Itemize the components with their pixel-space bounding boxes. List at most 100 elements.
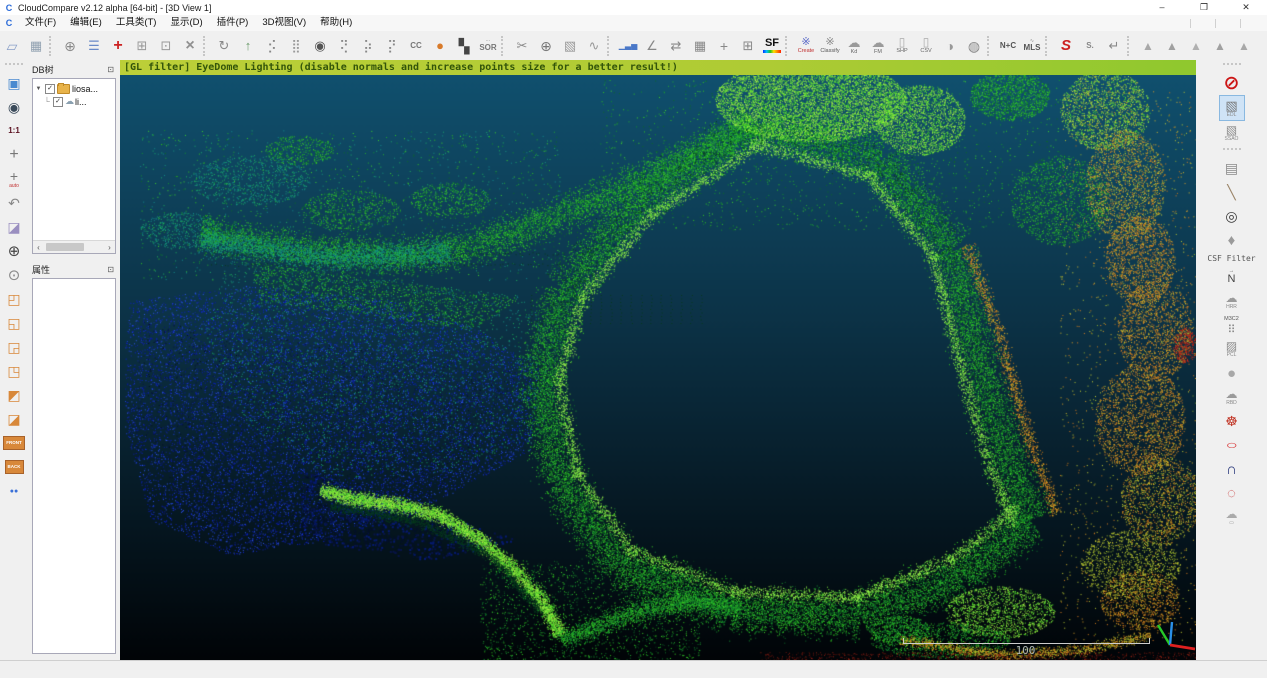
cc-stats-icon[interactable]: CC xyxy=(404,33,428,59)
menu-help[interactable]: 帮助(H) xyxy=(313,15,359,31)
menu-file[interactable]: 文件(F) xyxy=(18,15,63,31)
clamp-icon[interactable]: ∩ xyxy=(1220,457,1244,481)
normals-sphere-icon[interactable]: ◉ xyxy=(308,33,332,59)
auto-pick-center-icon[interactable]: +auto xyxy=(2,167,26,191)
restore-button[interactable]: ❐ xyxy=(1183,0,1225,15)
sor-filter-icon[interactable]: ⋯SOR xyxy=(476,33,500,59)
view-front-cube-icon[interactable]: FRONT xyxy=(2,431,26,455)
facets-plugin-icon-3[interactable]: ▲ xyxy=(1184,33,1208,59)
properties-list-icon[interactable]: ☰ xyxy=(82,33,106,59)
save-icon[interactable]: ▦ xyxy=(24,33,48,59)
canupo-classify-icon[interactable]: ※Classify xyxy=(818,33,842,59)
view-top-icon[interactable]: ◰ xyxy=(2,287,26,311)
facets-plugin-icon-4[interactable]: ▲ xyxy=(1208,33,1232,59)
animation-icon[interactable]: ▤ xyxy=(1220,156,1244,180)
point-picking-icon[interactable]: + xyxy=(106,33,130,59)
refresh-display-icon[interactable]: ▣ xyxy=(2,71,26,95)
sf-calculator-icon[interactable]: ⊞ xyxy=(736,33,760,59)
polyline-trace-icon[interactable]: ∿ xyxy=(582,33,606,59)
apply-transform-icon[interactable]: ⊡ xyxy=(154,33,178,59)
globe-wire-icon[interactable]: ◍ xyxy=(962,33,986,59)
edl-filter-icon[interactable]: ▧EDL xyxy=(1219,95,1245,121)
compass-icon[interactable]: ◎ xyxy=(1220,204,1244,228)
db-tree-hscrollbar[interactable]: ‹ › xyxy=(33,240,115,253)
translate-mode-icon[interactable]: ⊕ xyxy=(534,33,558,59)
rbd-icon[interactable]: ☁RBD xyxy=(1220,385,1244,409)
facets-plugin-icon-2[interactable]: ▲ xyxy=(1160,33,1184,59)
delete-icon[interactable]: × xyxy=(178,33,202,59)
normals-nc-icon[interactable]: N+C xyxy=(996,33,1020,59)
csf-shield-icon[interactable]: ♦ xyxy=(1220,228,1244,252)
poisson-blob-icon[interactable]: ● xyxy=(1220,361,1244,385)
toolbar-handle[interactable] xyxy=(5,63,23,68)
checkerboard-icon[interactable]: ▚ xyxy=(452,33,476,59)
view-bottom-icon[interactable]: ◱ xyxy=(2,311,26,335)
facets-plugin-icon-1[interactable]: ▲ xyxy=(1136,33,1160,59)
ssao-filter-icon[interactable]: ▧SSAO xyxy=(1220,121,1244,145)
minmax-range-icon[interactable]: ⇄ xyxy=(664,33,688,59)
clean-broom-icon[interactable]: ╲ xyxy=(1220,180,1244,204)
sphere-icon[interactable]: ◑ xyxy=(938,33,962,59)
view-front-icon[interactable]: ◲ xyxy=(2,335,26,359)
menu-tools[interactable]: 工具类(T) xyxy=(109,15,164,31)
iso-view-cube-icon[interactable]: ◪ xyxy=(2,215,26,239)
csv-export-icon[interactable]: ▯CSV xyxy=(914,33,938,59)
register-icon[interactable]: ↑ xyxy=(236,33,260,59)
close-button[interactable]: ✕ xyxy=(1225,0,1267,15)
global-shift-icon[interactable]: ⊕ xyxy=(58,33,82,59)
tree-expander[interactable]: ▼ xyxy=(34,86,43,92)
spline-red-icon[interactable]: S xyxy=(1054,33,1078,59)
tree-checkbox[interactable]: ✓ xyxy=(45,84,55,94)
normal-arrow-icon[interactable]: →N xyxy=(1220,265,1244,289)
facets-plugin-icon-5[interactable]: ▲ xyxy=(1232,33,1256,59)
zoom-tool-icon[interactable]: ⊙ xyxy=(2,263,26,287)
minimize-button[interactable]: – xyxy=(1141,0,1183,15)
disable-gl-filter-icon[interactable]: ⊘ xyxy=(1220,71,1244,95)
view-left-icon[interactable]: ◩ xyxy=(2,383,26,407)
export-plan-icon[interactable]: ↵ xyxy=(1102,33,1126,59)
tree-item-0[interactable]: ▼✓liosa... xyxy=(34,82,114,95)
shp-export-icon[interactable]: ▯SHP xyxy=(890,33,914,59)
menu-display[interactable]: 显示(D) xyxy=(163,15,209,31)
mesh-blob-icon[interactable]: ● xyxy=(428,33,452,59)
float-panel-button[interactable]: ⊡ xyxy=(107,65,114,74)
sf-add-icon[interactable]: + xyxy=(712,33,736,59)
sf-colorscale-icon[interactable]: SF xyxy=(760,33,784,59)
sf-grid-icon[interactable]: ▦ xyxy=(688,33,712,59)
pcl-icon[interactable]: ▨PCL xyxy=(1220,337,1244,361)
view-back-cube-icon[interactable]: BACK xyxy=(2,455,26,479)
ellipse-tool-icon[interactable]: ○ xyxy=(1220,433,1244,457)
scroll-track[interactable] xyxy=(44,241,104,253)
fm-cloud-icon[interactable]: ☁FM xyxy=(866,33,890,59)
geom-features-gears-icon[interactable]: ☸ xyxy=(1220,409,1244,433)
scroll-thumb[interactable] xyxy=(46,243,84,251)
scroll-left-arrow[interactable]: ‹ xyxy=(33,243,44,252)
tree-checkbox[interactable]: ✓ xyxy=(53,97,63,107)
spline-points-icon[interactable]: S. xyxy=(1078,33,1102,59)
menu-plugins[interactable]: 插件(P) xyxy=(210,15,256,31)
pan-mode-icon[interactable]: ⊕ xyxy=(2,239,26,263)
clipping-box-icon[interactable]: ▧ xyxy=(558,33,582,59)
screenshot-camera-icon[interactable]: ◉ xyxy=(2,95,26,119)
view-back-icon[interactable]: ◳ xyxy=(2,359,26,383)
hrr-icon[interactable]: ☁HRR xyxy=(1220,289,1244,313)
m3c2-icon[interactable]: M3C2⣶ xyxy=(1220,313,1244,337)
tree-item-1[interactable]: └✓☁li... xyxy=(34,95,114,108)
octree-icon[interactable]: ⣿ xyxy=(284,33,308,59)
open-icon[interactable]: ▱ xyxy=(0,33,24,59)
stereo-mode-icon[interactable]: ●● xyxy=(2,479,26,503)
mls-icon[interactable]: ∿MLS xyxy=(1020,33,1044,59)
histogram-icon[interactable]: ▁▃▅ xyxy=(616,33,640,59)
view-right-icon[interactable]: ◪ xyxy=(2,407,26,431)
cloud-ruler-icon[interactable]: ☁▭ xyxy=(1220,505,1244,529)
segment-scissors-icon[interactable]: ✂ xyxy=(510,33,534,59)
hough-normals-icon[interactable]: ◌ xyxy=(1220,481,1244,505)
canupo-create-icon[interactable]: ※Create xyxy=(794,33,818,59)
3d-viewport-canvas[interactable] xyxy=(120,75,1196,660)
pick-rotation-center-icon[interactable]: ↶ xyxy=(2,191,26,215)
profile-plot-icon[interactable]: ∠ xyxy=(640,33,664,59)
menu-view3d[interactable]: 3D视图(V) xyxy=(255,15,313,31)
interactive-transform-icon[interactable]: ↻ xyxy=(212,33,236,59)
cloud-mesh-distance-icon[interactable]: ⡵ xyxy=(356,33,380,59)
toolbar-handle[interactable] xyxy=(1223,63,1241,68)
